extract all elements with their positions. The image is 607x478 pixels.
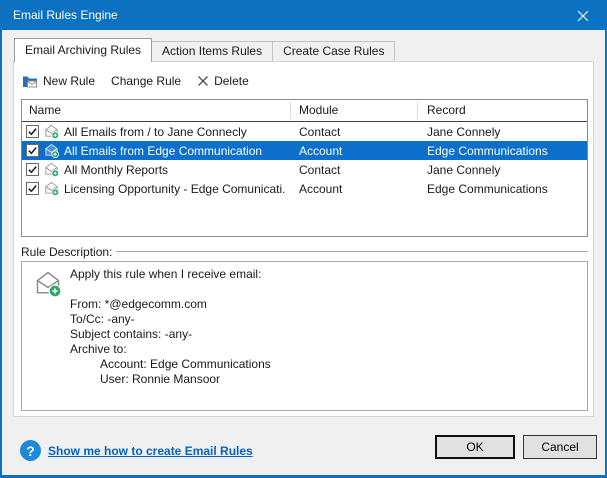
rule-description-label: Rule Description:	[21, 245, 112, 259]
rule-record: Edge Communications	[427, 144, 548, 158]
delete-label: Delete	[214, 74, 249, 88]
change-rule-label: Change Rule	[111, 74, 181, 88]
rule-description-divider	[116, 251, 588, 252]
rule-name: All Monthly Reports	[64, 163, 168, 177]
email-rule-icon	[44, 124, 59, 139]
tab-action-items-rules[interactable]: Action Items Rules	[151, 41, 273, 61]
titlebar: Email Rules Engine	[0, 0, 607, 30]
help-icon[interactable]: ?	[20, 440, 41, 461]
column-header-module[interactable]: Module	[299, 100, 338, 121]
change-rule-button[interactable]: Change Rule	[111, 74, 181, 88]
rule-description-line	[70, 282, 271, 297]
new-rule-icon	[22, 73, 38, 89]
tab-email-archiving-rules[interactable]: Email Archiving Rules	[14, 38, 152, 62]
tab-page: New Rule Change Rule Delete Name Module …	[13, 61, 594, 417]
email-rule-icon	[44, 143, 59, 158]
table-row[interactable]: All Monthly Reports Contact Jane Connely	[22, 160, 587, 179]
window-title: Email Rules Engine	[13, 0, 118, 30]
check-icon	[27, 145, 38, 156]
rule-description-line: User: Ronnie Mansoor	[70, 372, 271, 387]
rule-description-line: Apply this rule when I receive email:	[70, 267, 271, 282]
rule-enabled-checkbox[interactable]	[26, 163, 39, 176]
new-rule-button[interactable]: New Rule	[22, 73, 95, 89]
tab-bar: Email Archiving RulesAction Items RulesC…	[14, 38, 395, 62]
rule-module: Contact	[299, 125, 340, 139]
email-rules-engine-dialog: Email Rules Engine Email Archiving Rules…	[0, 0, 607, 478]
check-icon	[27, 164, 38, 175]
delete-icon	[197, 75, 209, 87]
rule-enabled-checkbox[interactable]	[26, 182, 39, 195]
rule-description-box: Apply this rule when I receive email: Fr…	[21, 261, 588, 411]
rule-record: Edge Communications	[427, 182, 548, 196]
rule-module: Contact	[299, 163, 340, 177]
rule-description-line: Account: Edge Communications	[70, 357, 271, 372]
rule-description-text: Apply this rule when I receive email: Fr…	[70, 267, 271, 387]
table-row[interactable]: All Emails from / to Jane Connecly Conta…	[22, 122, 587, 141]
ok-button[interactable]: OK	[435, 435, 515, 459]
column-separator	[290, 102, 291, 119]
rule-description-line: To/Cc: -any-	[70, 312, 271, 327]
cancel-label: Cancel	[541, 440, 578, 454]
table-body: All Emails from / to Jane Connecly Conta…	[22, 122, 587, 198]
rule-record: Jane Connely	[427, 163, 500, 177]
rule-name: All Emails from / to Jane Connecly	[64, 125, 247, 139]
rule-module: Account	[299, 182, 342, 196]
table-row[interactable]: All Emails from Edge Communication Accou…	[22, 141, 587, 160]
rule-description-line: Archive to:	[70, 342, 271, 357]
help-glyph: ?	[26, 443, 35, 459]
cancel-button[interactable]: Cancel	[523, 435, 597, 459]
tab-create-case-rules[interactable]: Create Case Rules	[272, 41, 395, 61]
help-link[interactable]: Show me how to create Email Rules	[48, 444, 253, 458]
table-header: Name Module Record	[22, 100, 587, 122]
rules-table: Name Module Record All Emails from / to …	[21, 99, 588, 237]
column-header-record[interactable]: Record	[427, 100, 466, 121]
rule-enabled-checkbox[interactable]	[26, 125, 39, 138]
close-button[interactable]	[561, 2, 605, 30]
rule-enabled-checkbox[interactable]	[26, 144, 39, 157]
email-rule-icon	[44, 181, 59, 196]
rule-name: Licensing Opportunity - Edge Comunicati.…	[64, 182, 286, 196]
rule-module: Account	[299, 144, 342, 158]
new-rule-label: New Rule	[43, 74, 95, 88]
column-separator	[417, 102, 418, 119]
column-header-name[interactable]: Name	[29, 100, 61, 121]
ok-label: OK	[466, 440, 483, 454]
check-icon	[27, 126, 38, 137]
table-row[interactable]: Licensing Opportunity - Edge Comunicati.…	[22, 179, 587, 198]
rule-name: All Emails from Edge Communication	[64, 144, 262, 158]
rule-record: Jane Connely	[427, 125, 500, 139]
close-icon	[577, 10, 589, 22]
rules-toolbar: New Rule Change Rule Delete	[22, 71, 249, 91]
rule-description-line: From: *@edgecomm.com	[70, 297, 271, 312]
email-rule-icon	[44, 162, 59, 177]
check-icon	[27, 183, 38, 194]
rule-description-line: Subject contains: -any-	[70, 327, 271, 342]
email-rule-icon	[34, 270, 62, 298]
delete-button[interactable]: Delete	[197, 74, 249, 88]
